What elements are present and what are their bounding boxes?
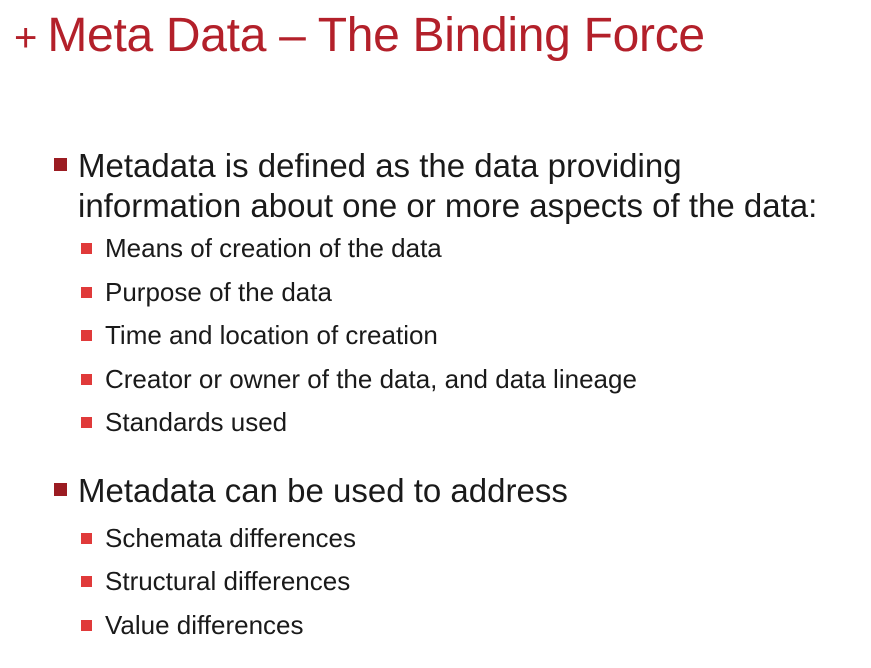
sub-bullet-item: Value differences (81, 610, 304, 640)
square-bullet-icon (54, 483, 67, 496)
slide: + Meta Data – The Binding Force Metadata… (0, 0, 871, 668)
sub-bullet-item: Standards used (81, 407, 287, 437)
small-square-bullet-icon (81, 330, 92, 341)
sub-bullet-text: Standards used (105, 407, 288, 437)
bullet-text: Metadata can be used to address (78, 471, 568, 511)
small-square-bullet-icon (81, 576, 92, 587)
bullet-text-line: Metadata can be used to address (78, 472, 568, 509)
sub-bullet-text: Value differences (105, 610, 304, 640)
sub-bullet-item: Structural differences (81, 566, 350, 596)
sub-bullet-text: Time and location of creation (105, 320, 438, 350)
bullet-item: Metadata can be used to address (54, 471, 568, 511)
bullet-text-line: Metadata is defined as the data providin… (78, 147, 682, 184)
bullet-text: Metadata is defined as the data providin… (78, 146, 817, 226)
slide-title: Meta Data – The Binding Force (47, 9, 705, 62)
sub-bullet-item: Creator or owner of the data, and data l… (81, 364, 637, 394)
sub-bullet-text: Schemata differences (105, 523, 356, 553)
square-bullet-icon (54, 158, 67, 171)
small-square-bullet-icon (81, 243, 92, 254)
small-square-bullet-icon (81, 417, 92, 428)
sub-bullet-text: Purpose of the data (105, 277, 332, 307)
small-square-bullet-icon (81, 374, 92, 385)
sub-bullet-text: Creator or owner of the data, and data l… (105, 364, 637, 394)
title-plus-sign: + (14, 16, 38, 60)
bullet-text-line: information about one or more aspects of… (78, 187, 818, 224)
small-square-bullet-icon (81, 533, 92, 544)
slide-title-row: + Meta Data – The Binding Force (14, 12, 705, 60)
sub-bullet-text: Means of creation of the data (105, 233, 442, 263)
small-square-bullet-icon (81, 620, 92, 631)
sub-bullet-item: Purpose of the data (81, 277, 332, 307)
sub-bullet-item: Time and location of creation (81, 320, 438, 350)
sub-bullet-text: Structural differences (105, 566, 351, 596)
small-square-bullet-icon (81, 287, 92, 298)
bullet-item: Metadata is defined as the data providin… (54, 146, 817, 226)
sub-bullet-item: Means of creation of the data (81, 233, 442, 263)
sub-bullet-item: Schemata differences (81, 523, 356, 553)
